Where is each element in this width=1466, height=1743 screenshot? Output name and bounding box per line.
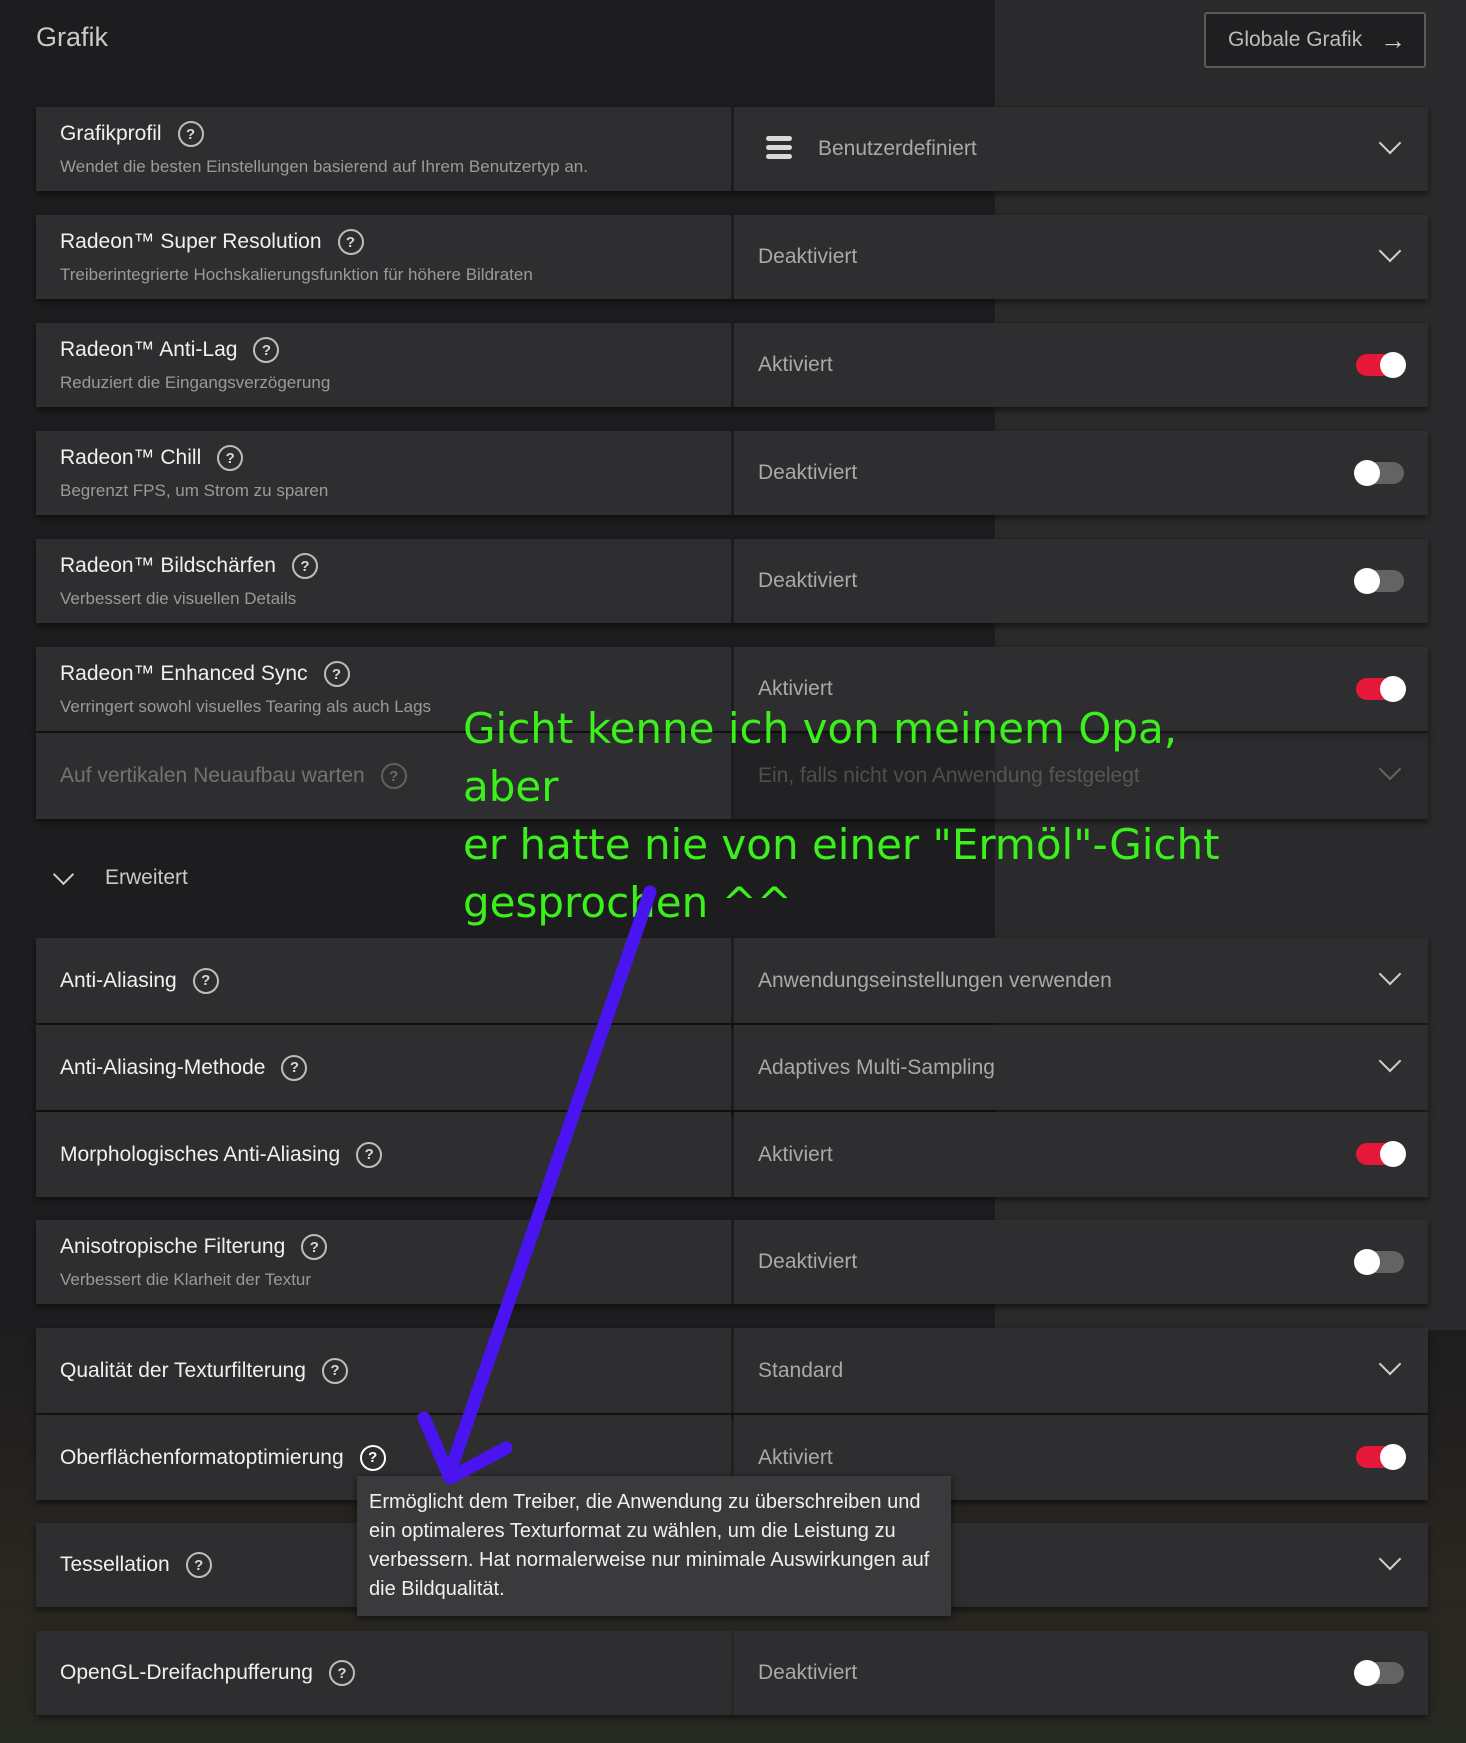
annotation-arrow	[417, 885, 657, 1485]
